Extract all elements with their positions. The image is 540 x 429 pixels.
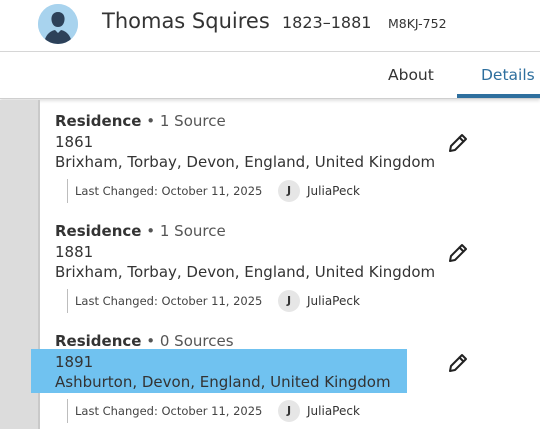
person-name: Thomas Squires <box>102 9 270 33</box>
fact-place: Brixham, Torbay, Devon, England, United … <box>55 153 436 171</box>
pencil-icon[interactable] <box>446 241 470 265</box>
person-id[interactable]: M8KJ-752 <box>388 16 447 31</box>
pencil-icon[interactable] <box>446 131 470 155</box>
source-count[interactable]: 1 Source <box>160 112 226 130</box>
last-changed-text: Last Changed: October 11, 2025 <box>75 294 263 308</box>
person-header: Thomas Squires 1823–1881 M8KJ-752 <box>0 0 540 52</box>
contributor-link[interactable]: JuliaPeck <box>307 184 360 198</box>
fact-date: 1881 <box>55 243 94 261</box>
fact-place: Ashburton, Devon, England, United Kingdo… <box>55 373 391 391</box>
change-info: Last Changed: October 11, 2025 J JuliaPe… <box>67 179 427 203</box>
bullet-separator: • <box>146 222 156 240</box>
contributor-link[interactable]: JuliaPeck <box>307 294 360 308</box>
user-avatar[interactable]: J <box>278 290 300 312</box>
tab-bar: About Details <box>0 52 540 99</box>
user-avatar[interactable]: J <box>278 400 300 422</box>
entry-title: Residence • 1 Source <box>55 222 226 240</box>
person-lifespan: 1823–1881 <box>282 13 372 32</box>
contributor-link[interactable]: JuliaPeck <box>307 404 360 418</box>
last-changed-text: Last Changed: October 11, 2025 <box>75 184 263 198</box>
tab-details[interactable]: Details <box>481 66 535 84</box>
active-tab-indicator <box>457 94 540 98</box>
source-count[interactable]: 0 Sources <box>160 332 234 350</box>
residence-entry-selected: Residence • 0 Sources 1891 Ashburton, De… <box>40 320 540 429</box>
fact-date: 1891 <box>55 353 94 371</box>
fact-label[interactable]: Residence <box>55 112 141 130</box>
person-details-page: Thomas Squires 1823–1881 M8KJ-752 About … <box>0 0 540 429</box>
residence-entry: Residence • 1 Source 1881 Brixham, Torba… <box>40 210 540 320</box>
entry-title: Residence • 0 Sources <box>55 332 234 350</box>
fact-date: 1861 <box>55 133 94 151</box>
change-info: Last Changed: October 11, 2025 J JuliaPe… <box>67 289 427 313</box>
source-count[interactable]: 1 Source <box>160 222 226 240</box>
user-avatar[interactable]: J <box>278 180 300 202</box>
change-info: Last Changed: October 11, 2025 J JuliaPe… <box>67 399 427 423</box>
fact-label[interactable]: Residence <box>55 332 141 350</box>
person-silhouette-icon[interactable] <box>38 4 78 44</box>
fact-place: Brixham, Torbay, Devon, England, United … <box>55 263 436 281</box>
bullet-separator: • <box>146 112 156 130</box>
fact-label[interactable]: Residence <box>55 222 141 240</box>
bullet-separator: • <box>146 332 156 350</box>
pencil-icon[interactable] <box>446 351 470 375</box>
residence-entry: Residence • 1 Source 1861 Brixham, Torba… <box>40 100 540 210</box>
tab-about[interactable]: About <box>388 66 434 84</box>
last-changed-text: Last Changed: October 11, 2025 <box>75 404 263 418</box>
entry-title: Residence • 1 Source <box>55 112 226 130</box>
